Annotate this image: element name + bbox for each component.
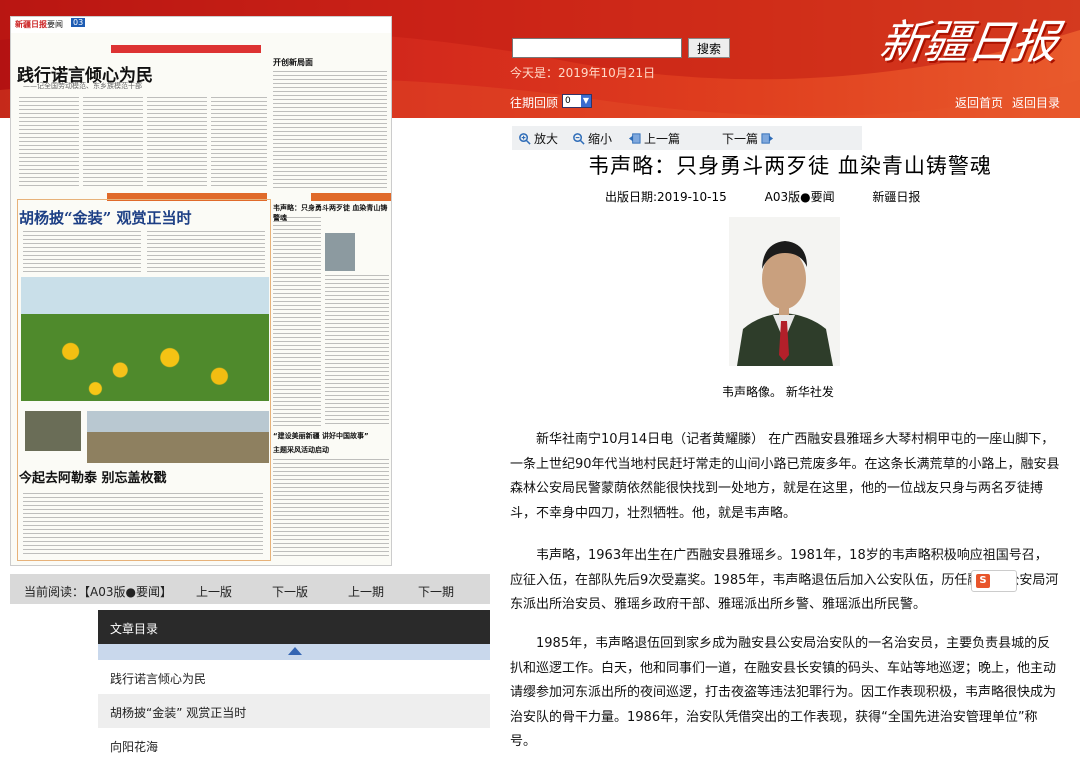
paper-small-photo (25, 411, 81, 451)
zoom-in-icon (519, 133, 531, 145)
newspaper-page-image[interactable]: 新疆日报 要闻 03 践行诺言倾心为民 ——记全国劳动模范、东乡族模范干部 开创… (10, 16, 392, 566)
zoom-in-label: 放大 (534, 132, 559, 146)
paper-red-band (111, 45, 261, 53)
past-issue-label: 往期回顾 (510, 96, 559, 110)
article-toolbar: 放大 缩小 上一篇 下一篇 (512, 126, 862, 150)
page-navigation-bar: 当前阅读：【A03版●要闻】 上一版 下一版 上一期 下一期 (10, 574, 490, 604)
prev-article-button[interactable]: 上一篇 (628, 130, 680, 147)
next-issue-link[interactable]: 下一期 (418, 583, 454, 600)
chevron-down-icon: ▼ (581, 95, 591, 107)
paper-portrait-photo (325, 233, 355, 271)
prev-article-icon (628, 133, 641, 144)
paper-subheadline-1: ——记全国劳动模范、东乡族模范干部 (23, 82, 142, 90)
paper-text-column (147, 97, 207, 187)
zoom-in-button[interactable]: 放大 (518, 130, 558, 147)
past-issue-select[interactable]: 0 ▼ (562, 94, 592, 108)
current-reading-label: 当前阅读：【A03版●要闻】 (24, 585, 172, 599)
zoom-out-button[interactable]: 缩小 (572, 130, 612, 147)
paper-header: 新疆日报 要闻 03 (11, 17, 391, 33)
paper-logo: 新疆日报 (15, 20, 47, 29)
paper-text-column (273, 217, 321, 427)
sunflower-photo (21, 277, 269, 401)
horse-racing-photo (87, 411, 269, 463)
article-section: A03版●要闻 (764, 190, 835, 204)
paper-orange-band (311, 193, 391, 201)
search-button[interactable]: 搜索 (688, 38, 730, 58)
masthead-logo: 新疆日报 (876, 15, 1060, 69)
paper-headline-2[interactable]: 胡杨披“金装” 观赏正当时 (19, 207, 191, 228)
scroll-up-icon[interactable] (288, 647, 302, 655)
article-source: 新疆日报 (872, 190, 921, 204)
next-article-label: 下一篇 (722, 132, 759, 146)
next-article-button[interactable]: 下一篇 (722, 130, 774, 147)
zoom-out-label: 缩小 (588, 132, 613, 146)
toc-item[interactable]: 胡杨披“金装” 观赏正当时 (98, 694, 490, 728)
paper-side-headline-4: 主题采风活动启动 (273, 446, 329, 454)
paper-text-column (273, 71, 387, 189)
paper-side-headline-1[interactable]: 开创新局面 (273, 57, 313, 68)
photo-caption: 韦声略像。 新华社发 (722, 385, 834, 399)
paper-page-number: 03 (71, 18, 86, 27)
article-title: 韦声略：只身勇斗两歹徒 血染青山铸警魂 (588, 154, 992, 178)
zoom-out-icon (573, 133, 585, 145)
article-paragraph: 新华社南宁10月14日电（记者黄耀滕） 在广西融安县雅瑶乡大琴村桐甲屯的一座山脚… (510, 432, 1060, 521)
article-meta: 出版日期:2019-10-15 A03版●要闻 新疆日报 (605, 188, 954, 205)
toc-item[interactable]: 向阳花海 (98, 728, 490, 762)
paper-side-headline-3[interactable]: “建设美丽新疆 讲好中国故事” (273, 431, 369, 441)
toc-scroll-bar[interactable] (98, 644, 490, 660)
past-issue-value: 0 (565, 96, 571, 106)
back-index-link[interactable]: 返回目录 (1012, 94, 1060, 111)
paper-headline-3[interactable]: 今起去阿勒泰 别忘盖枚戳 (19, 467, 167, 486)
toc-header: 文章目录 (98, 610, 490, 644)
paper-text-column (83, 97, 143, 187)
paper-section: 要闻 (47, 20, 63, 29)
article-date: 出版日期:2019-10-15 (605, 190, 727, 204)
article-paragraph: 1985年，韦声略退伍回到家乡成为融安县公安局治安队的一名治安员，主要负责县城的… (510, 636, 1057, 749)
share-icon: S (976, 574, 990, 588)
paper-text-column (23, 493, 263, 555)
article-portrait-photo (729, 217, 840, 366)
share-widget[interactable]: S (971, 570, 1017, 592)
toc-item[interactable]: 践行诺言倾心为民 (98, 660, 490, 694)
paper-text-column (211, 97, 267, 187)
next-article-icon (761, 133, 774, 144)
prev-page-link[interactable]: 上一版 (196, 583, 232, 600)
prev-issue-link[interactable]: 上一期 (348, 583, 384, 600)
next-page-link[interactable]: 下一版 (272, 583, 308, 600)
today-date: 今天是：2019年10月21日 (510, 66, 656, 80)
paper-text-column (273, 459, 389, 559)
portrait-illustration (729, 217, 840, 366)
search-input[interactable] (512, 38, 682, 58)
prev-article-label: 上一篇 (644, 132, 681, 146)
paper-text-column (147, 231, 265, 273)
paper-text-column (325, 275, 389, 427)
paper-text-column (19, 97, 79, 187)
back-home-link[interactable]: 返回首页 (955, 94, 1003, 111)
paper-text-column (23, 231, 141, 273)
